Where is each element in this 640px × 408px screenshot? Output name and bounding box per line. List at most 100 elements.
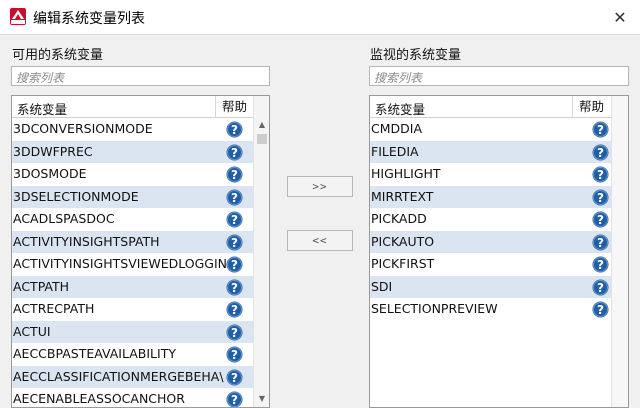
variable-name: PICKADD bbox=[371, 211, 427, 226]
svg-text:?: ? bbox=[231, 348, 238, 362]
help-icon[interactable]: ? bbox=[226, 369, 243, 386]
list-item[interactable]: PICKAUTO? bbox=[370, 230, 628, 253]
variable-name: 3DSELECTIONMODE bbox=[13, 188, 139, 204]
list-item[interactable]: SELECTIONPREVIEW? bbox=[370, 298, 628, 321]
available-search-input[interactable]: 搜索列表 bbox=[11, 66, 270, 86]
help-icon[interactable]: ? bbox=[592, 166, 609, 183]
list-item[interactable]: 3DSELECTIONMODE? bbox=[12, 185, 269, 208]
svg-text:?: ? bbox=[597, 235, 604, 249]
variable-name: 3DOSMODE bbox=[13, 166, 87, 181]
help-icon[interactable]: ? bbox=[226, 166, 243, 183]
list-item[interactable]: ACTIVITYINSIGHTSVIEWEDLOGGIN? bbox=[12, 253, 269, 276]
svg-text:?: ? bbox=[597, 303, 604, 317]
list-item[interactable]: 3DCONVERSIONMODE? bbox=[12, 118, 269, 141]
available-variables-label: 可用的系统变量 bbox=[12, 48, 104, 63]
help-icon[interactable]: ? bbox=[592, 144, 609, 161]
svg-text:?: ? bbox=[231, 258, 238, 272]
svg-text:?: ? bbox=[231, 168, 238, 182]
column-header-help[interactable]: 帮助 bbox=[215, 96, 258, 117]
variable-name: AECCLASSIFICATIONMERGEBEHA\ bbox=[13, 368, 224, 384]
variable-name: PICKFIRST bbox=[371, 256, 435, 271]
help-icon[interactable]: ? bbox=[226, 391, 243, 407]
list-item[interactable]: PICKFIRST? bbox=[370, 253, 628, 276]
remove-from-monitored-button[interactable]: << bbox=[287, 230, 353, 251]
help-icon[interactable]: ? bbox=[226, 189, 243, 206]
list-item[interactable]: AECENABLEASSOCANCHOR? bbox=[12, 388, 269, 407]
svg-text:?: ? bbox=[231, 280, 238, 294]
help-icon[interactable]: ? bbox=[592, 301, 609, 318]
scroll-thumb[interactable] bbox=[257, 134, 267, 144]
help-icon[interactable]: ? bbox=[226, 256, 243, 273]
help-icon[interactable]: ? bbox=[592, 211, 609, 228]
list-item[interactable]: HIGHLIGHT? bbox=[370, 163, 628, 186]
column-header-name[interactable]: 系统变量 bbox=[17, 99, 67, 118]
help-icon[interactable]: ? bbox=[592, 256, 609, 273]
help-icon[interactable]: ? bbox=[226, 234, 243, 251]
help-icon[interactable]: ? bbox=[592, 121, 609, 138]
available-scrollbar[interactable]: ▲ ▼ bbox=[253, 96, 269, 407]
svg-text:?: ? bbox=[231, 325, 238, 339]
svg-text:?: ? bbox=[597, 258, 604, 272]
list-item[interactable]: AECCBPASTEAVAILABILITY? bbox=[12, 343, 269, 366]
help-icon[interactable]: ? bbox=[592, 279, 609, 296]
list-item[interactable]: MIRRTEXT? bbox=[370, 185, 628, 208]
svg-text:?: ? bbox=[231, 370, 238, 384]
help-icon[interactable]: ? bbox=[226, 144, 243, 161]
list-item[interactable]: FILEDIA? bbox=[370, 140, 628, 163]
list-item[interactable]: ACTPATH? bbox=[12, 275, 269, 298]
variable-name: 3DDWFPREC bbox=[13, 143, 93, 159]
svg-text:?: ? bbox=[597, 280, 604, 294]
help-icon[interactable]: ? bbox=[226, 346, 243, 363]
variable-name: SELECTIONPREVIEW bbox=[371, 301, 498, 316]
help-icon[interactable]: ? bbox=[226, 279, 243, 296]
title-bar: 编辑系统变量列表 ✕ bbox=[0, 0, 640, 35]
list-header: 系统变量 帮助 bbox=[12, 96, 269, 118]
column-header-name[interactable]: 系统变量 bbox=[375, 99, 425, 118]
list-item[interactable]: AECCLASSIFICATIONMERGEBEHA\? bbox=[12, 365, 269, 388]
help-icon[interactable]: ? bbox=[226, 211, 243, 228]
help-icon[interactable]: ? bbox=[592, 189, 609, 206]
list-item[interactable]: ACTIVITYINSIGHTSPATH? bbox=[12, 230, 269, 253]
list-item[interactable]: ACADLSPASDOC? bbox=[12, 208, 269, 231]
window-title: 编辑系统变量列表 bbox=[33, 11, 145, 27]
help-icon[interactable]: ? bbox=[226, 301, 243, 318]
available-variables-list[interactable]: 系统变量 帮助 3DCONVERSIONMODE? 3DDWFPREC? 3DOSM… bbox=[11, 95, 270, 408]
close-button[interactable]: ✕ bbox=[608, 6, 632, 28]
monitored-variables-list[interactable]: 系统变量 帮助 CMDDIA? FILEDIA? HIGHLIGHT? MIRRTEX… bbox=[369, 95, 629, 408]
svg-text:?: ? bbox=[597, 145, 604, 159]
variable-name: SDI bbox=[371, 278, 393, 294]
variable-name: ACTRECPATH bbox=[13, 301, 95, 316]
list-item[interactable]: PICKADD? bbox=[370, 208, 628, 231]
help-icon[interactable]: ? bbox=[226, 121, 243, 138]
svg-text:?: ? bbox=[597, 168, 604, 182]
list-item[interactable]: ACTRECPATH? bbox=[12, 298, 269, 321]
svg-text:?: ? bbox=[597, 190, 604, 204]
list-item[interactable]: 3DDWFPREC? bbox=[12, 140, 269, 163]
column-header-help[interactable]: 帮助 bbox=[572, 96, 615, 117]
variable-name: ACTIVITYINSIGHTSVIEWEDLOGGIN bbox=[13, 256, 227, 271]
monitored-scrollbar bbox=[611, 96, 628, 407]
variable-name: HIGHLIGHT bbox=[371, 166, 441, 181]
variable-name: AECENABLEASSOCANCHOR bbox=[13, 391, 185, 406]
help-icon[interactable]: ? bbox=[226, 324, 243, 341]
svg-text:?: ? bbox=[597, 213, 604, 227]
svg-text:?: ? bbox=[231, 213, 238, 227]
variable-name: PICKAUTO bbox=[371, 233, 435, 249]
list-item[interactable]: CMDDIA? bbox=[370, 118, 628, 141]
svg-text:?: ? bbox=[231, 393, 238, 407]
add-to-monitored-button[interactable]: >> bbox=[287, 176, 353, 197]
list-item[interactable]: ACTUI? bbox=[12, 320, 269, 343]
scroll-up-arrow-icon[interactable]: ▲ bbox=[254, 118, 269, 132]
variable-name: ACTIVITYINSIGHTSPATH bbox=[13, 233, 160, 249]
scroll-down-arrow-icon[interactable]: ▼ bbox=[254, 393, 269, 405]
svg-text:?: ? bbox=[231, 145, 238, 159]
list-item[interactable]: SDI? bbox=[370, 275, 628, 298]
variable-name: ACADLSPASDOC bbox=[13, 211, 115, 226]
autocad-icon bbox=[10, 8, 26, 25]
variable-name: AECCBPASTEAVAILABILITY bbox=[13, 346, 176, 361]
monitored-search-input[interactable]: 搜索列表 bbox=[369, 66, 629, 86]
list-item[interactable]: 3DOSMODE? bbox=[12, 163, 269, 186]
svg-text:?: ? bbox=[231, 123, 238, 137]
help-icon[interactable]: ? bbox=[592, 234, 609, 251]
variable-name: FILEDIA bbox=[371, 143, 419, 159]
